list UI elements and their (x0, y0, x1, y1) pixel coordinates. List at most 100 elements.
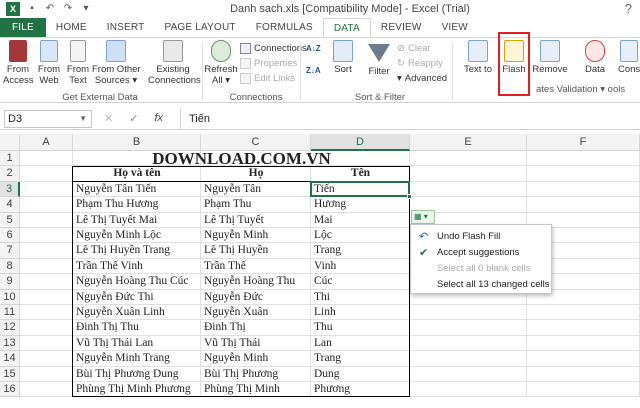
table-header-cell[interactable]: Họ (201, 166, 311, 181)
table-cell[interactable]: Dung (311, 367, 410, 382)
row-header-13[interactable]: 13 (0, 335, 20, 352)
table-cell[interactable]: Vinh (311, 259, 410, 274)
menu-item-select-blank-cells[interactable]: Select all 0 blank cells (411, 261, 551, 277)
row-header-5[interactable]: 5 (0, 212, 20, 228)
table-cell[interactable]: Lan (311, 336, 410, 351)
table-cell[interactable]: Trang (311, 351, 410, 366)
table-cell[interactable]: Vũ Thị Thái (201, 336, 311, 351)
from-access-button[interactable]: From Access (3, 40, 34, 86)
table-cell[interactable]: Nguyễn Đức Thi (73, 290, 201, 305)
row-header-2[interactable]: 2 (0, 166, 20, 182)
sort-a-z-button[interactable]: A↓Z (306, 44, 321, 53)
sheet-title[interactable]: DOWNLOAD.COM.VN (73, 150, 410, 167)
text-to-columns-button[interactable]: Text to (460, 40, 496, 75)
tab-home[interactable]: HOME (46, 18, 97, 38)
row-header-14[interactable]: 14 (0, 351, 20, 367)
table-cell[interactable]: Phùng Thị Minh (201, 382, 311, 397)
table-cell[interactable]: Bùi Thị Phương (201, 367, 311, 382)
help-button[interactable]: ? (625, 1, 632, 16)
row-header-8[interactable]: 8 (0, 258, 20, 275)
row-header-10[interactable]: 10 (0, 289, 20, 305)
row-header-15[interactable]: 15 (0, 366, 20, 382)
table-cell[interactable]: Nguyễn Minh (201, 351, 311, 366)
table-cell[interactable]: Cúc (311, 274, 410, 289)
row-header-1[interactable]: 1 (0, 151, 20, 167)
tab-formulas[interactable]: FORMULAS (246, 18, 323, 38)
table-cell[interactable]: Nguyễn Minh Trang (73, 351, 201, 366)
table-cell[interactable]: Linh (311, 305, 410, 320)
table-cell[interactable]: Nguyễn Minh (201, 228, 311, 243)
row-header-16[interactable]: 16 (0, 382, 20, 398)
row-header-11[interactable]: 11 (0, 305, 20, 321)
row-header-3[interactable]: 3 (0, 181, 20, 198)
table-cell[interactable]: Nguyễn Đức (201, 290, 311, 305)
table-cell[interactable]: Lê Thị Tuyết (201, 213, 311, 228)
name-box-dropdown-icon[interactable]: ▼ (79, 111, 87, 127)
from-other-sources-button[interactable]: From Other Sources ▾ (92, 40, 141, 86)
confirm-entry-icon[interactable]: ✓ (129, 112, 138, 125)
consolidate-button[interactable]: Conso (618, 40, 640, 75)
cancel-entry-icon[interactable]: ✕ (104, 112, 113, 125)
table-cell[interactable]: Nguyễn Xuân Linh (73, 305, 201, 320)
row-header-9[interactable]: 9 (0, 274, 20, 290)
tab-file[interactable]: FILE (0, 18, 46, 38)
remove-duplicates-button[interactable]: Remove (532, 40, 568, 75)
table-header-cell[interactable]: Họ và tên (73, 166, 201, 181)
select-all-corner[interactable] (0, 134, 20, 151)
table-cell[interactable]: Nguyễn Minh Lộc (73, 228, 201, 243)
row-header-12[interactable]: 12 (0, 320, 20, 336)
menu-item-select-changed-cells[interactable]: Select all 13 changed cells (411, 277, 551, 293)
table-cell[interactable]: Lê Thị Tuyết Mai (73, 213, 201, 228)
table-cell[interactable]: Phạm Thu (201, 197, 311, 212)
table-cell[interactable]: Mai (311, 213, 410, 228)
row-header-7[interactable]: 7 (0, 243, 20, 259)
table-cell[interactable]: Phương (311, 382, 410, 397)
tab-view[interactable]: VIEW (432, 18, 478, 38)
column-header-e[interactable]: E (410, 134, 527, 151)
sort-button[interactable]: Sort (330, 40, 356, 75)
table-cell[interactable]: Nguyễn Tân (201, 182, 311, 197)
tab-review[interactable]: REVIEW (371, 18, 432, 38)
data-validation-button[interactable]: Data (576, 40, 614, 75)
row-header-6[interactable]: 6 (0, 228, 20, 244)
table-cell[interactable]: Nguyễn Xuân (201, 305, 311, 320)
sort-z-a-button[interactable]: Z↓A (306, 66, 321, 75)
row-header-4[interactable]: 4 (0, 197, 20, 213)
table-cell[interactable]: Trang (311, 243, 410, 258)
menu-item-undo-flash-fill[interactable]: ↶ Undo Flash Fill (411, 229, 551, 245)
table-cell[interactable]: Hương (311, 197, 410, 212)
clear-button[interactable]: ⊘ Clear (397, 43, 431, 54)
advanced-button[interactable]: ▾ Advanced (397, 73, 447, 84)
table-cell[interactable]: Nguyễn Tân Tiến (73, 182, 201, 197)
table-cell[interactable]: Đinh Thị Thu (73, 320, 201, 335)
refresh-all-button[interactable]: Refresh All ▾ (204, 40, 238, 86)
tab-insert[interactable]: INSERT (97, 18, 155, 38)
table-cell[interactable]: Trần Thế Vinh (73, 259, 201, 274)
table-cell[interactable]: Nguyễn Hoàng Thu Cúc (73, 274, 201, 289)
column-header-a[interactable]: A (20, 134, 73, 151)
table-cell[interactable]: Trần Thế (201, 259, 311, 274)
edit-links-button[interactable]: Edit Links (240, 73, 295, 84)
table-cell[interactable]: Vũ Thị Thái Lan (73, 336, 201, 351)
table-cell[interactable]: Đinh Thị (201, 320, 311, 335)
table-header-cell[interactable]: Tên (311, 166, 410, 181)
tab-data[interactable]: DATA (322, 18, 371, 38)
table-cell[interactable]: Nguyễn Hoàng Thu (201, 274, 311, 289)
existing-connections-button[interactable]: Existing Connections (148, 40, 201, 86)
from-text-button[interactable]: From Text (65, 40, 91, 86)
name-box[interactable]: D3 ▼ (4, 110, 92, 128)
fill-handle[interactable] (407, 194, 412, 200)
reapply-button[interactable]: ↻ Reapply (397, 58, 443, 69)
menu-item-accept-suggestions[interactable]: ✔ Accept suggestions (411, 245, 551, 261)
table-cell[interactable]: Lộc (311, 228, 410, 243)
table-cell[interactable]: Bùi Thị Phương Dung (73, 367, 201, 382)
table-cell[interactable]: Lê Thị Huyền (201, 243, 311, 258)
connections-button[interactable]: Connections (240, 43, 307, 54)
table-cell[interactable]: Phạm Thu Hương (73, 197, 201, 212)
properties-button[interactable]: Properties (240, 58, 297, 69)
table-cell[interactable]: Lê Thị Huyền Trang (73, 243, 201, 258)
table-cell[interactable]: Thi (311, 290, 410, 305)
table-cell[interactable]: Thu (311, 320, 410, 335)
insert-function-icon[interactable]: fx (154, 112, 163, 125)
tab-page-layout[interactable]: PAGE LAYOUT (154, 18, 245, 38)
